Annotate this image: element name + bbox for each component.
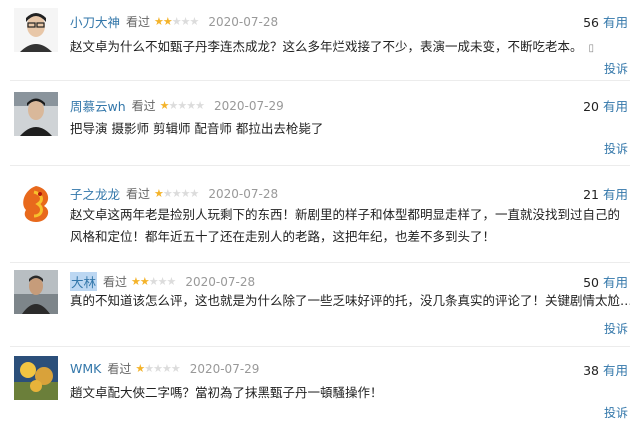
- avatar[interactable]: [14, 92, 58, 136]
- username[interactable]: 子之龙龙: [70, 184, 120, 203]
- username[interactable]: 周慕云wh: [70, 96, 126, 115]
- useful-vote[interactable]: 38 有用: [583, 360, 628, 379]
- review-content: 赵文卓这两年老是捡别人玩剩下的东西！新剧里的样子和体型都明显走样了，一直就没找到…: [70, 207, 621, 244]
- review-date: 2020-07-28: [185, 274, 256, 289]
- watch-status: 看过: [131, 99, 156, 113]
- avatar[interactable]: [14, 270, 58, 314]
- review-date: 2020-07-29: [214, 98, 284, 113]
- vote-count: 20: [583, 99, 599, 114]
- vote-count: 38: [583, 363, 599, 378]
- useful-button[interactable]: 有用: [603, 99, 628, 114]
- review-item: 大林 看过 ★★★★★ 2020-07-28 50 有用 真的不知道该怎么评，这也…: [0, 264, 640, 346]
- rating-stars: ★★★★★: [154, 15, 199, 28]
- phone-icon: ▯: [588, 43, 595, 54]
- review-date: 2020-07-28: [208, 14, 279, 29]
- useful-vote[interactable]: 50 有用: [583, 272, 628, 291]
- review-date: 2020-07-28: [208, 186, 279, 201]
- watch-status: 看过: [107, 362, 132, 376]
- review-content: 赵文卓为什么不如甄子丹李连杰成龙？这么多年烂戏接了不少，表演一成未变，不断吃老本…: [70, 36, 630, 60]
- username[interactable]: 大林: [70, 272, 98, 291]
- divider: [10, 346, 630, 347]
- watch-status: 看过: [126, 187, 151, 201]
- rating-stars: ★★★★★: [135, 362, 180, 375]
- vote-count: 50: [583, 275, 599, 290]
- watch-status: 看过: [126, 15, 151, 29]
- review-item: 周慕云wh 看过 ★★★★★ 2020-07-29 20 有用 把导演 摄影师 剪…: [0, 86, 640, 164]
- avatar[interactable]: [14, 356, 58, 400]
- review-date: 2020-07-29: [189, 361, 260, 376]
- report-link[interactable]: 投诉: [604, 404, 628, 421]
- username[interactable]: 小刀大神: [70, 12, 120, 31]
- vote-count: 21: [583, 187, 599, 202]
- avatar[interactable]: [14, 8, 58, 52]
- useful-vote[interactable]: 56 有用: [583, 12, 628, 31]
- report-link[interactable]: 投诉: [604, 60, 628, 77]
- review-content: 真的不知道该怎么评，这也就是为什么除了一些乏味好评的托，没几条真实的评论了！关键…: [70, 293, 630, 308]
- report-link[interactable]: 投诉: [604, 140, 628, 157]
- review-item: 小刀大神 看过 ★★★★★ 2020-07-28 56 有用 赵文卓为什么不如甄子…: [0, 0, 640, 82]
- useful-button[interactable]: 有用: [603, 363, 628, 378]
- rating-stars: ★★★★★: [131, 275, 176, 288]
- report-link[interactable]: 投诉: [604, 320, 628, 337]
- avatar[interactable]: [14, 182, 58, 226]
- review-content: 趙文卓配大俠二字嗎？當初為了抹黑甄子丹一頓騷操作！: [70, 385, 383, 400]
- useful-vote[interactable]: 20 有用: [583, 96, 628, 115]
- rating-stars: ★★★★★: [154, 187, 199, 200]
- watch-status: 看过: [103, 275, 128, 289]
- divider: [10, 262, 630, 263]
- username[interactable]: WMK: [70, 361, 101, 376]
- review-item: 子之龙龙 看过 ★★★★★ 2020-07-28 21 有用 赵文卓这两年老是捡别…: [0, 172, 640, 260]
- rating-stars: ★★★★★: [159, 99, 205, 112]
- review-content: 把导演 摄影师 剪辑师 配音师 都拉出去枪毙了: [70, 121, 324, 136]
- useful-button[interactable]: 有用: [603, 15, 628, 30]
- divider: [10, 165, 630, 166]
- divider: [10, 80, 630, 81]
- useful-button[interactable]: 有用: [603, 187, 628, 202]
- useful-vote[interactable]: 21 有用: [583, 184, 628, 203]
- review-item: WMK 看过 ★★★★★ 2020-07-29 38 有用 趙文卓配大俠二字嗎？當…: [0, 352, 640, 423]
- vote-count: 56: [583, 15, 599, 30]
- useful-button[interactable]: 有用: [603, 275, 628, 290]
